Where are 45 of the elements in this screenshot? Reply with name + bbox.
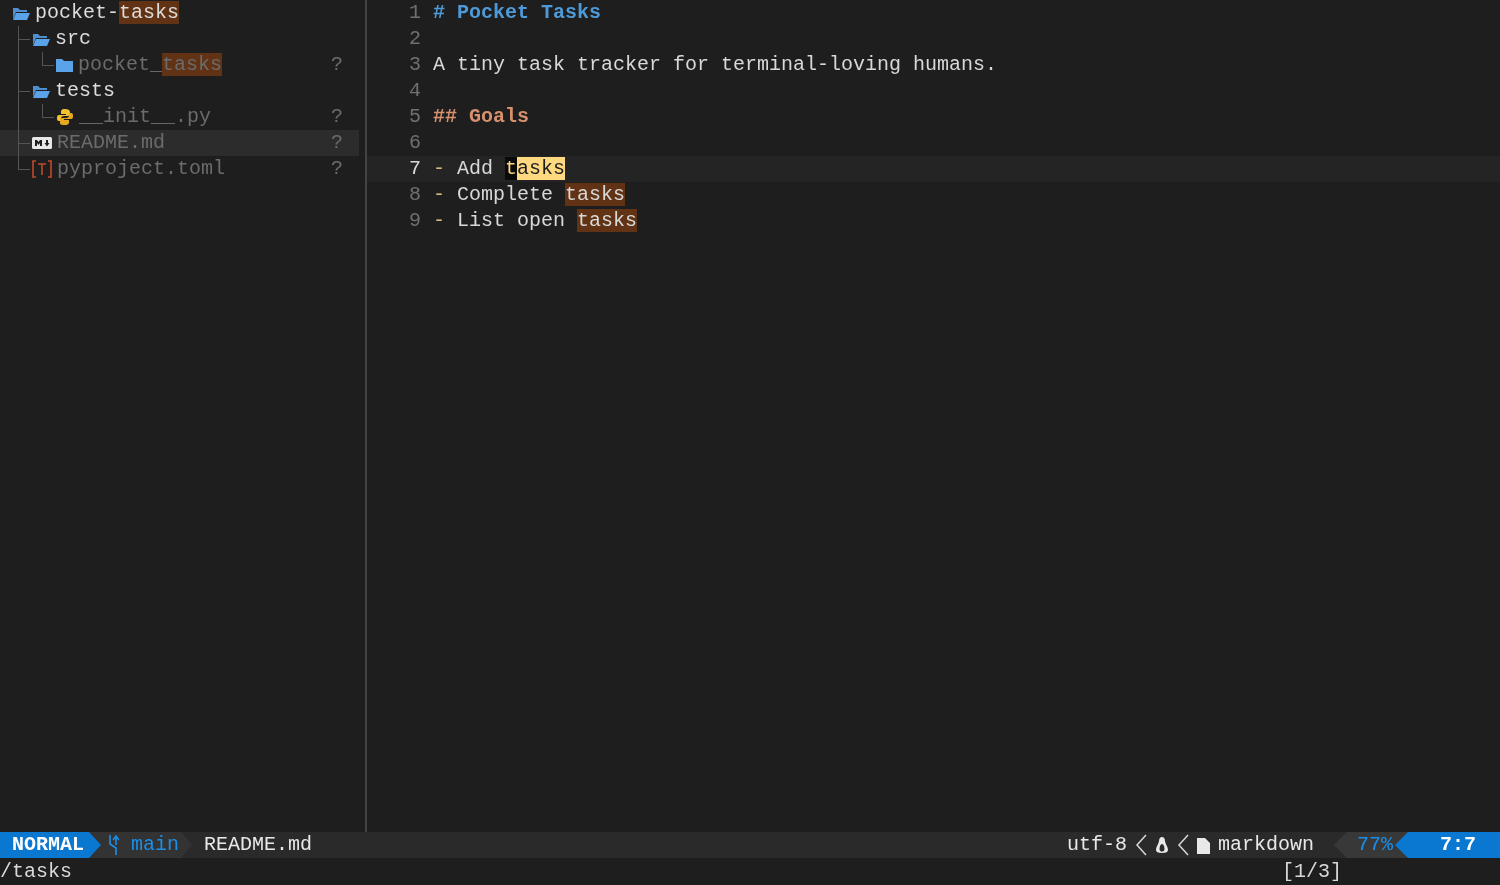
file-name: README.md	[204, 832, 313, 858]
file-name: README.md	[57, 130, 166, 156]
file-type: markdown	[1217, 832, 1314, 858]
line-number: 6	[408, 130, 422, 156]
python-icon	[56, 108, 74, 126]
file-name: pocket_tasks	[78, 52, 223, 78]
open-folder-icon	[32, 83, 50, 99]
open-folder-icon	[12, 5, 30, 21]
open-folder-icon	[32, 31, 50, 47]
file-name: tests	[55, 78, 115, 104]
bracket-t-icon	[32, 160, 52, 178]
line-number: 3	[408, 52, 422, 78]
line-number: 5	[408, 104, 422, 130]
code-line: - Complete tasks	[433, 182, 626, 208]
folder-icon	[56, 58, 73, 72]
code-line: A tiny task tracker for terminal-loving humans.	[433, 52, 998, 78]
command-line[interactable]: /tasks	[0, 858, 72, 885]
code-line: ## Goals	[433, 104, 529, 130]
line-number: 1	[408, 0, 422, 26]
file-name: src	[55, 26, 91, 52]
line-number: 8	[408, 182, 422, 208]
code-line: # Pocket Tasks	[433, 0, 602, 26]
git-branch-icon	[107, 834, 119, 856]
line-number: 4	[408, 78, 422, 104]
chevron-left-icon	[1176, 834, 1189, 856]
code-line: - Add tasks	[433, 156, 566, 182]
markdown-icon	[32, 137, 52, 149]
file-encoding: utf-8	[1066, 832, 1127, 858]
penguin-icon	[1154, 836, 1169, 854]
powerline-arrow	[1333, 832, 1347, 858]
line-number: 2	[408, 26, 422, 52]
line-number: 7	[408, 156, 422, 182]
file-icon	[1196, 836, 1210, 854]
file-name: pocket-tasks	[35, 0, 180, 26]
git-status: ?	[331, 130, 343, 156]
code-line: - List open tasks	[433, 208, 638, 234]
file-name: pyproject.toml	[57, 156, 226, 182]
git-status: ?	[331, 104, 343, 130]
git-status: ?	[331, 52, 343, 78]
chevron-left-icon	[1134, 834, 1147, 856]
line-number: 9	[408, 208, 422, 234]
git-status: ?	[331, 156, 343, 182]
search-count: [1/3]	[1282, 858, 1342, 885]
file-name: __init__.py	[79, 104, 212, 130]
git-branch: main	[131, 832, 180, 858]
